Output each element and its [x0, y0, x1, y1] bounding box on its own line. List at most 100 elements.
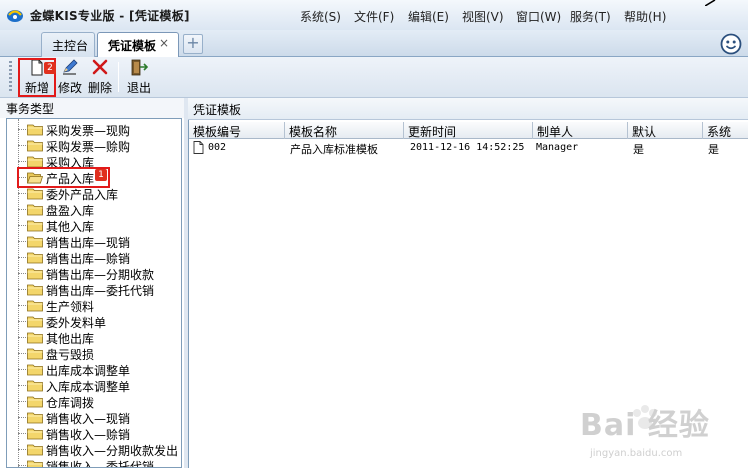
- tree-connector: [18, 289, 26, 290]
- tree-connector: [18, 193, 26, 194]
- step-badge: 2: [44, 62, 56, 74]
- tree-connector: [18, 385, 26, 386]
- folder-icon: [27, 460, 43, 467]
- tree-item-label: 盘盈入库: [46, 204, 95, 218]
- folder-icon: [27, 316, 43, 328]
- tree-connector: [18, 369, 26, 370]
- tree-item-label: 仓库调拨: [46, 396, 95, 410]
- title-bar: 金蝶KIS专业版 - [凭证模板] 系统(S) 文件(F) 编辑(E) 视图(V…: [0, 0, 748, 30]
- grid-header-row: 模板编号 模板名称 更新时间 制单人 默认 系统: [189, 122, 748, 139]
- tree-item-label: 委外发料单: [46, 316, 107, 330]
- menu-file[interactable]: 文件(F): [354, 8, 408, 25]
- cell-creator: Manager: [536, 142, 579, 153]
- tree-connector: [18, 465, 26, 466]
- table-row[interactable]: 002 产品入库标准模板 2011-12-16 14:52:25 Manager…: [189, 140, 748, 156]
- tree-item-label: 销售出库—分期收款: [46, 268, 155, 282]
- watermark-url: jingyan.baidu.com: [590, 448, 683, 459]
- tab-main-console[interactable]: 主控台: [41, 32, 95, 57]
- column-header-creator[interactable]: 制单人: [533, 122, 628, 139]
- cell-default: 是: [633, 143, 644, 156]
- tree-connector: [18, 161, 26, 162]
- folder-icon: [27, 204, 43, 216]
- menu-view[interactable]: 视图(V): [462, 8, 516, 25]
- tree-item-label: 采购发票—赊购: [46, 140, 131, 154]
- column-header-default[interactable]: 默认: [628, 122, 703, 139]
- folder-icon: [27, 380, 43, 392]
- folder-icon: [27, 220, 43, 232]
- folder-icon: [27, 444, 43, 456]
- toolbar-grip: [9, 61, 12, 93]
- document-icon: [193, 141, 204, 154]
- tree-item-label: 生产领料: [46, 300, 95, 314]
- tree-connector: [18, 353, 26, 354]
- folder-icon: [27, 300, 43, 312]
- delete-button-label: 删除: [87, 81, 112, 95]
- tree-connector: [18, 225, 26, 226]
- tab-label: 凭证模板: [108, 39, 157, 53]
- tree-connector: [18, 433, 26, 434]
- folder-icon: [27, 124, 43, 136]
- tab-label: 主控台: [52, 39, 89, 53]
- step-badge: 1: [95, 169, 107, 181]
- tree-item-label: 销售收入—委托代销: [46, 460, 155, 468]
- folder-icon: [27, 252, 43, 264]
- cell-update-time: 2011-12-16 14:52:25: [410, 142, 525, 153]
- folder-icon: [27, 284, 43, 296]
- tree-connector: [18, 273, 26, 274]
- edit-button-label: 修改: [57, 81, 82, 95]
- tree-item-label: 盘亏毁损: [46, 348, 95, 362]
- menu-service[interactable]: 服务(T): [570, 8, 624, 25]
- folder-icon: [27, 236, 43, 248]
- mouse-cursor-icon: [705, 0, 716, 6]
- column-header-system[interactable]: 系统: [703, 122, 748, 139]
- folder-icon: [27, 140, 43, 152]
- folder-icon: [27, 412, 43, 424]
- menu-edit[interactable]: 编辑(E): [408, 8, 462, 25]
- menu-window[interactable]: 窗口(W): [516, 8, 570, 25]
- exit-door-icon: [131, 59, 148, 76]
- menu-system[interactable]: 系统(S): [300, 8, 354, 25]
- tree-connector: [18, 241, 26, 242]
- toolbar: 新增 修改 删除 退出: [0, 57, 748, 98]
- add-tab-button[interactable]: +: [183, 34, 203, 54]
- folder-icon: [27, 428, 43, 440]
- cell-template-name: 产品入库标准模板: [290, 143, 378, 156]
- folder-icon: [27, 348, 43, 360]
- tree-item-label: 其他入库: [46, 220, 95, 234]
- column-header-update-time[interactable]: 更新时间: [404, 122, 533, 139]
- column-header-template-code[interactable]: 模板编号: [189, 122, 285, 139]
- tree-item-label: 采购发票—现购: [46, 124, 131, 138]
- folder-icon: [27, 332, 43, 344]
- folder-icon: [27, 188, 43, 200]
- tree-item-label: 出库成本调整单: [46, 364, 131, 378]
- tab-bar: 主控台 凭证模板 × +: [0, 30, 748, 58]
- menu-help[interactable]: 帮助(H): [624, 8, 678, 25]
- tree-connector: [18, 449, 26, 450]
- tree-item-label: 销售出库—赊销: [46, 252, 131, 266]
- tree-item-label: 委外产品入库: [46, 188, 119, 202]
- edit-button[interactable]: 修改: [56, 59, 84, 96]
- folder-icon: [27, 364, 43, 376]
- cell-system: 是: [708, 143, 719, 156]
- tree-item-label: 销售出库—现销: [46, 236, 131, 250]
- cell-template-code: 002: [208, 142, 227, 153]
- left-panel-title: 事务类型: [0, 98, 184, 118]
- tree-item-label: 销售出库—委托代销: [46, 284, 155, 298]
- column-header-template-name[interactable]: 模板名称: [285, 122, 404, 139]
- close-icon[interactable]: ×: [159, 36, 169, 50]
- tree-connector: [18, 145, 26, 146]
- tree-connector: [18, 401, 26, 402]
- delete-x-icon: [92, 59, 108, 75]
- exit-button-label: 退出: [126, 81, 151, 95]
- edit-pencil-icon: [63, 59, 78, 75]
- tree-connector: [18, 305, 26, 306]
- smiley-icon[interactable]: [720, 33, 742, 55]
- tree-connector: [18, 209, 26, 210]
- tree-item-label: 其他出库: [46, 332, 95, 346]
- exit-button[interactable]: 退出: [124, 59, 154, 96]
- delete-button[interactable]: 删除: [86, 59, 114, 96]
- tab-voucher-template[interactable]: 凭证模板 ×: [97, 32, 179, 58]
- tree-connector: [18, 321, 26, 322]
- right-panel-title: 凭证模板: [188, 98, 748, 120]
- tree-item-label: 销售收入—赊销: [46, 428, 131, 442]
